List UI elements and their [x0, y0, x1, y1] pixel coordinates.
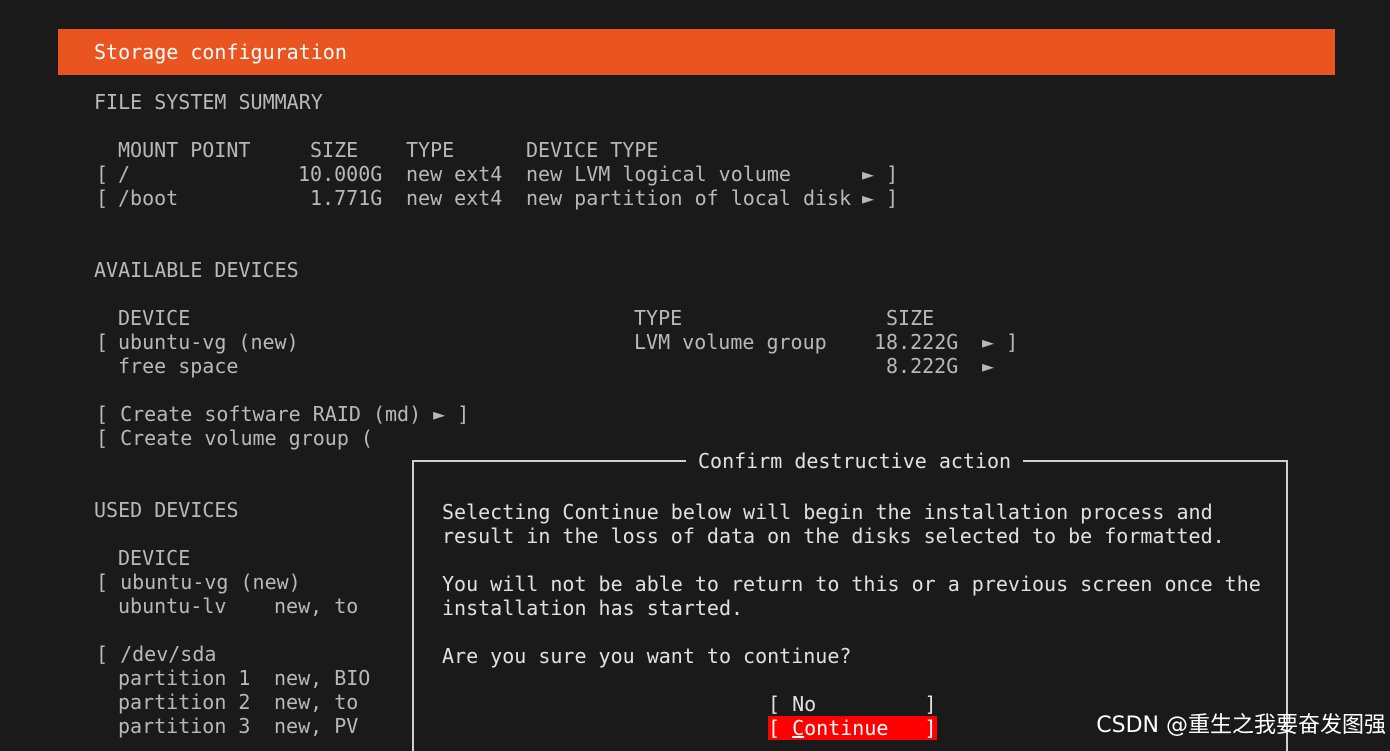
watermark: CSDN @重生之我要奋发图强	[1096, 713, 1386, 738]
fs-row-arrow[interactable]: ► ]	[862, 186, 898, 210]
continue-hotkey: C	[792, 716, 805, 740]
used-lv-name: ubuntu-lv	[118, 594, 227, 618]
available-vg-name: ubuntu-vg (new)	[118, 330, 299, 354]
continue-rest: ontinue ]	[804, 716, 937, 740]
available-heading: AVAILABLE DEVICES	[94, 258, 299, 282]
partition-name: partition 3	[118, 714, 251, 738]
dialog-text-line: Selecting Continue below will begin the …	[442, 500, 1213, 524]
free-space-label: free space	[118, 354, 239, 378]
continue-button[interactable]: [ Continue ]	[768, 716, 937, 740]
fs-col-type: TYPE	[406, 138, 455, 162]
fs-row-type: new ext4	[406, 162, 503, 186]
row-bracket: [	[96, 186, 109, 210]
available-col-device: DEVICE	[118, 306, 191, 330]
used-heading: USED DEVICES	[94, 498, 239, 522]
partition-info: new, BIO	[274, 666, 371, 690]
page-title: Storage configuration	[94, 40, 347, 64]
fs-row-arrow[interactable]: ► ]	[862, 162, 898, 186]
fs-row-size: 10.000G	[298, 162, 383, 186]
continue-open: [	[768, 716, 793, 740]
available-col-type: TYPE	[634, 306, 683, 330]
fs-row-mount: /	[118, 162, 131, 186]
row-bracket: [	[96, 162, 109, 186]
fs-row-mount: /boot	[118, 186, 179, 210]
dialog-text-line: installation has started.	[442, 596, 744, 620]
header-bar: Storage configuration	[58, 29, 1335, 75]
used-row-ubuntu-vg[interactable]: [ ubuntu-vg (new)	[96, 570, 301, 594]
no-button[interactable]: [ No ]	[768, 692, 937, 716]
create-raid-button[interactable]: [ Create software RAID (md) ► ]	[96, 402, 469, 426]
confirm-dialog: Confirm destructive action Selecting Con…	[412, 449, 1288, 751]
partition-name: partition 2	[118, 690, 251, 714]
dialog-text-line: result in the loss of data on the disks …	[442, 524, 1225, 548]
partition-name: partition 1	[118, 666, 251, 690]
dialog-title: Confirm destructive action	[686, 449, 1024, 473]
dialog-question: Are you sure you want to continue?	[442, 644, 852, 668]
partition-info: new, PV	[274, 714, 359, 738]
available-vg-type: LVM volume group	[634, 330, 827, 354]
row-bracket: [	[96, 330, 109, 354]
partition-info: new, to	[274, 690, 359, 714]
free-space-size: 8.222G	[886, 354, 959, 378]
used-col-device: DEVICE	[118, 546, 191, 570]
fs-row-device-type: new LVM logical volume	[526, 162, 791, 186]
available-vg-arrow[interactable]: ► ]	[982, 330, 1018, 354]
fs-row-device-type: new partition of local disk	[526, 186, 852, 210]
fs-col-size: SIZE	[310, 138, 359, 162]
used-row-dev-sda[interactable]: [ /dev/sda	[96, 642, 216, 666]
fs-row-type: new ext4	[406, 186, 503, 210]
create-volume-group-button[interactable]: [ Create volume group (	[96, 426, 373, 450]
fs-col-device-type: DEVICE TYPE	[526, 138, 659, 162]
fs-summary-heading: FILE SYSTEM SUMMARY	[94, 90, 323, 114]
fs-col-mount-point: MOUNT POINT	[118, 138, 251, 162]
available-vg-size: 18.222G	[874, 330, 959, 354]
used-lv-info: new, to	[274, 594, 359, 618]
available-col-size: SIZE	[886, 306, 935, 330]
free-space-arrow[interactable]: ►	[982, 354, 994, 378]
dialog-text-line: You will not be able to return to this o…	[442, 572, 1261, 596]
fs-row-size: 1.771G	[310, 186, 383, 210]
